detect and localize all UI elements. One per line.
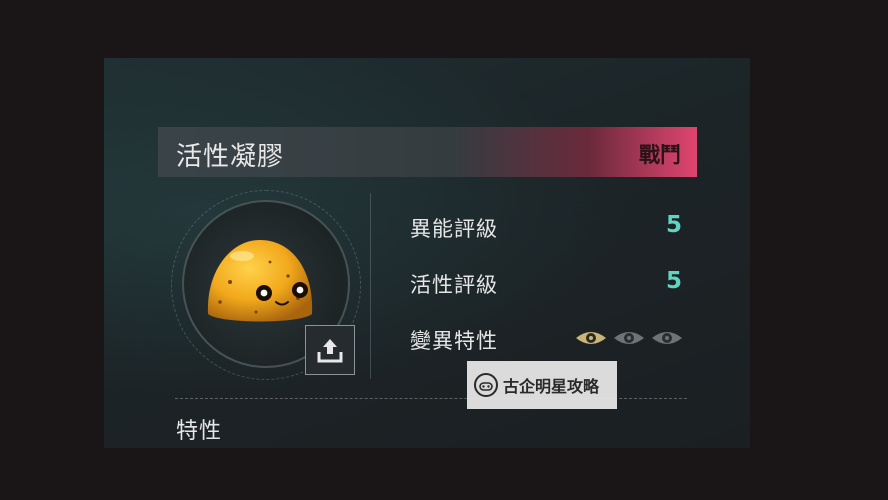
stat-label-ability-rank: 異能評級 [410, 217, 498, 241]
gamepad-icon [474, 373, 498, 397]
stage: 活性凝膠 戰鬥 異能評級 5 活性評級 5 變異特性 特性 古企明星攻略 [0, 0, 888, 500]
stat-label-mutation-trait: 變異特性 [410, 329, 498, 353]
upload-button[interactable] [305, 325, 355, 375]
mutation-eye-indicators [576, 332, 682, 344]
watermark: 古企明星攻略 [467, 361, 617, 409]
upload-icon [317, 339, 343, 363]
stat-label-activity-rank: 活性評級 [410, 273, 498, 297]
stat-value-activity-rank: 5 [665, 268, 682, 294]
stat-value-ability-rank: 5 [665, 212, 682, 238]
gel-creature-image [207, 240, 313, 322]
card-title: 活性凝膠 [176, 142, 285, 172]
eye-icon-active [576, 332, 606, 344]
eye-icon-inactive [652, 332, 682, 344]
watermark-text: 古企明星攻略 [503, 377, 600, 396]
traits-section-label: 特性 [176, 419, 223, 444]
eye-icon-inactive [614, 332, 644, 344]
card-header: 活性凝膠 戰鬥 [158, 127, 697, 177]
category-tag: 戰鬥 [639, 143, 681, 167]
vertical-divider [370, 193, 371, 379]
